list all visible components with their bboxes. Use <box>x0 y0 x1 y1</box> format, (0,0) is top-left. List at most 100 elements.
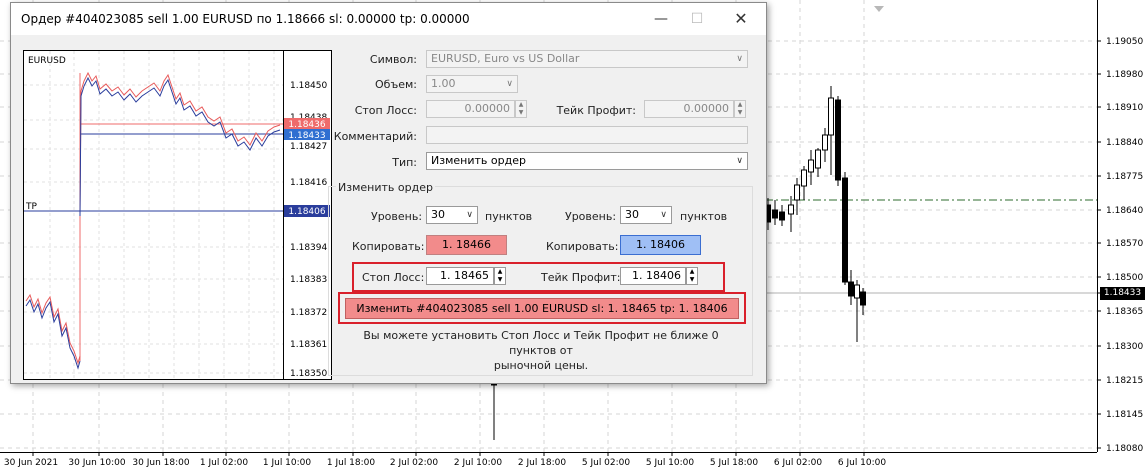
time-axis-label: 5 Jul 18:00 <box>710 458 759 468</box>
take-profit-label: Тейк Профит: <box>556 104 636 117</box>
mini-price-label: 1.18350 <box>290 369 327 379</box>
time-axis-label: 30 Jun 2021 <box>4 458 58 468</box>
volume-value: 1.00 <box>431 77 456 90</box>
time-axis-label: 2 Jul 18:00 <box>518 458 567 468</box>
time-axis-label: 5 Jul 02:00 <box>582 458 631 468</box>
mini-price-label: 1.18361 <box>290 340 327 350</box>
tick-chart-symbol: EURUSD <box>28 56 66 66</box>
price-axis-label: 1.18640 <box>1106 206 1143 216</box>
symbol-value: EURUSD, Euro vs US Dollar <box>431 52 580 65</box>
time-axis-label: 1 Jul 02:00 <box>200 458 249 468</box>
candle-body <box>779 211 785 221</box>
close-icon[interactable]: ✕ <box>723 7 759 31</box>
maximize-icon[interactable]: ☐ <box>679 7 715 31</box>
copy-tp-label: Копировать: <box>546 240 619 253</box>
copy-tp-button[interactable]: 1. 18406 <box>620 235 701 255</box>
volume-select[interactable]: 1.00 ∨ <box>426 75 518 93</box>
type-select[interactable]: Изменить ордер ∨ <box>426 152 748 170</box>
hint-line-1: Вы можете установить Стоп Лосс и Тейк Пр… <box>363 329 719 357</box>
comment-input[interactable] <box>426 126 748 144</box>
chevron-down-icon: ∨ <box>736 54 743 64</box>
symbol-label: Символ: <box>369 53 417 66</box>
mini-price-label: 1.18383 <box>290 275 327 285</box>
price-axis-label: 1.18365 <box>1106 307 1143 317</box>
modify-order-button[interactable]: Изменить #404023085 sell 1.00 EURUSD sl:… <box>345 298 739 319</box>
take-profit-spinner[interactable]: ▲ ▼ <box>734 100 746 118</box>
time-axis-label: 30 Jun 10:00 <box>68 458 125 468</box>
order-dialog: Ордер #404023085 sell 1.00 EURUSD по 1.1… <box>10 2 767 384</box>
time-axis-label: 1 Jul 10:00 <box>263 458 312 468</box>
type-label: Тип: <box>392 156 417 169</box>
type-value: Изменить ордер <box>431 154 526 167</box>
candle-body <box>828 97 834 136</box>
new-tp-label: Тейк Профит: <box>541 271 621 284</box>
time-axis: 30 Jun 2021 30 Jun 10:00 30 Jun 18:00 1 Jul… <box>4 452 886 468</box>
volume-label: Объем: <box>375 78 417 91</box>
sl-level-label: Уровень: <box>371 210 423 223</box>
candle-body <box>794 184 800 201</box>
time-axis-label: 5 Jul 10:00 <box>646 458 695 468</box>
dialog-titlebar[interactable]: Ордер #404023085 sell 1.00 EURUSD по 1.1… <box>11 3 766 35</box>
mini-price-label: 1.18372 <box>290 308 327 318</box>
sell-price-tag-text: 1.18436 <box>288 120 325 130</box>
symbol-select[interactable]: EURUSD, Euro vs US Dollar ∨ <box>426 50 748 68</box>
hint-line-2: рыночной цены. <box>493 359 589 372</box>
new-sl-input[interactable]: 1. 18465 <box>426 267 494 285</box>
candle-body <box>842 177 848 283</box>
price-axis-label: 1.18300 <box>1106 342 1143 352</box>
price-axis-label: 1.18910 <box>1106 103 1143 113</box>
time-axis-label: 6 Jul 02:00 <box>774 458 823 468</box>
price-axis-label: 1.18145 <box>1106 410 1143 420</box>
bid-price-series <box>79 76 281 217</box>
price-axis-label: 1.18980 <box>1106 70 1143 80</box>
current-price-tag: 1.18433 <box>1100 287 1145 300</box>
time-axis-label: 30 Jun 18:00 <box>132 458 189 468</box>
mini-price-label: 1.18394 <box>290 243 327 253</box>
candle-body <box>848 281 854 297</box>
new-sl-value: 1. 18465 <box>440 269 489 282</box>
mini-price-label: 1.18416 <box>290 178 327 188</box>
candle-body <box>808 159 814 173</box>
dialog-title: Ордер #404023085 sell 1.00 EURUSD по 1.1… <box>21 12 470 26</box>
take-profit-input[interactable]: 0.00000 <box>644 100 734 118</box>
time-axis-label: 6 Jul 10:00 <box>838 458 887 468</box>
modify-group-label: Изменить ордер <box>336 181 435 194</box>
take-profit-value: 0.00000 <box>683 102 730 115</box>
minimize-icon[interactable]: — <box>643 7 679 31</box>
candle-body <box>788 204 794 215</box>
new-tp-input[interactable]: 1. 18406 <box>620 267 686 285</box>
candle-body <box>801 169 807 187</box>
sl-level-select[interactable]: 30 ∨ <box>426 206 478 224</box>
candle-body <box>822 134 828 151</box>
candle-body <box>860 291 866 306</box>
new-tp-value: 1. 18406 <box>632 269 681 282</box>
tp-level-value: 30 <box>625 208 639 221</box>
stop-loss-label: Стоп Лосс: <box>354 104 417 117</box>
tp-price-tag-text: 1.18406 <box>288 207 325 217</box>
tp-points-label: пунктов <box>680 210 728 223</box>
time-axis-label: 1 Jul 18:00 <box>327 458 376 468</box>
price-axis-label: 1.18215 <box>1106 376 1143 386</box>
tp-label: TP <box>25 202 37 212</box>
stop-loss-spinner[interactable]: ▲ ▼ <box>515 100 527 118</box>
sl-level-value: 30 <box>431 208 445 221</box>
chevron-down-icon: ∨ <box>466 210 473 220</box>
price-axis: 1.19050 1.18980 1.18910 1.18840 1.18775 1.186… <box>1097 37 1143 454</box>
buy-price-tag-text: 1.18433 <box>288 131 325 141</box>
stop-loss-value: 0.00000 <box>464 102 511 115</box>
new-sl-spinner[interactable]: ▲ ▼ <box>494 267 506 285</box>
stop-loss-input[interactable]: 0.00000 <box>426 100 515 118</box>
time-axis-label: 2 Jul 02:00 <box>390 458 439 468</box>
chevron-down-icon: ∨ <box>660 210 667 220</box>
scroll-marker-icon <box>874 6 884 12</box>
candle-body <box>772 209 778 219</box>
copy-sl-label: Копировать: <box>352 240 425 253</box>
price-axis-label: 1.18775 <box>1106 172 1143 182</box>
tick-chart[interactable]: EURUSD TP 1.18450 1.18416 1.18394 1.18383 1.… <box>23 50 332 380</box>
copy-sl-button[interactable]: 1. 18466 <box>426 235 507 255</box>
price-axis-label: 1.18840 <box>1106 138 1143 148</box>
price-axis-label: 1.18080 <box>1106 444 1143 454</box>
price-axis-label: 1.18500 <box>1106 273 1143 283</box>
new-tp-spinner[interactable]: ▲ ▼ <box>686 267 698 285</box>
tp-level-select[interactable]: 30 ∨ <box>620 206 672 224</box>
